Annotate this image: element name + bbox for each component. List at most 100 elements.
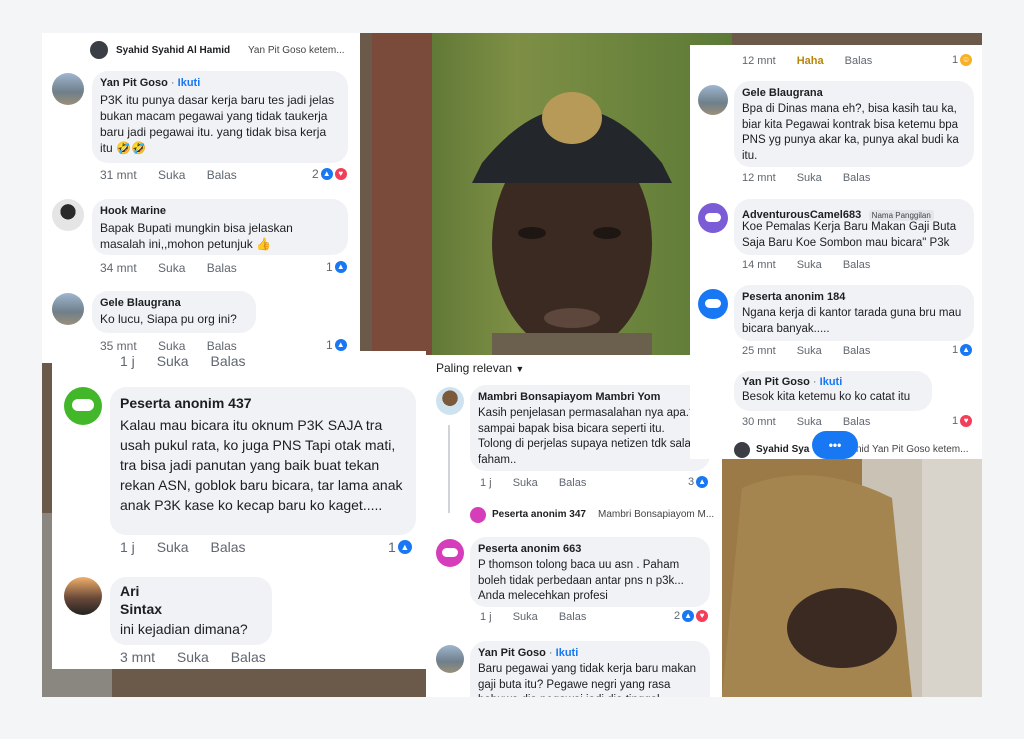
comment-text: Ko lucu, Siapa pu org ini? bbox=[100, 312, 237, 326]
more-options-button[interactable]: ••• bbox=[812, 431, 858, 459]
timestamp: 31 mnt bbox=[100, 168, 137, 182]
follow-link[interactable]: Ikuti bbox=[556, 647, 579, 659]
comment-author[interactable]: Gele Blaugrana bbox=[742, 87, 823, 99]
comment-author[interactable]: Hook Marine bbox=[100, 205, 166, 217]
comment-author-line1[interactable]: Ari bbox=[120, 583, 139, 599]
like-link[interactable]: Suka bbox=[158, 168, 185, 182]
like-link[interactable]: Suka bbox=[513, 477, 538, 489]
reply-link[interactable]: Balas bbox=[211, 353, 246, 369]
comment-author[interactable]: Peserta anonim 663 bbox=[478, 543, 581, 555]
comment-actions: 30 mnt Suka Balas bbox=[742, 416, 888, 428]
avatar[interactable] bbox=[698, 85, 728, 115]
comment-author[interactable]: Yan Pit Goso bbox=[742, 376, 810, 388]
thumbs-up-icon: ▲ bbox=[334, 261, 347, 273]
follow-link[interactable]: Ikuti bbox=[178, 77, 201, 89]
comment-actions: 12 mnt Suka Balas bbox=[742, 172, 888, 184]
anonymous-avatar[interactable] bbox=[698, 289, 728, 319]
comment-author-line2[interactable]: Sintax bbox=[120, 601, 162, 617]
left-header-comment: Syahid Syahid Al Hamid Yan Pit Goso kete… bbox=[90, 37, 360, 59]
haha-label[interactable]: Haha bbox=[797, 55, 824, 67]
follow-link[interactable]: Ikuti bbox=[820, 376, 843, 388]
comment-actions: 31 mnt Suka Balas bbox=[100, 168, 255, 182]
comment-author[interactable]: Yan Pit Goso bbox=[478, 647, 546, 659]
timestamp: 30 mnt bbox=[742, 416, 776, 428]
avatar[interactable] bbox=[52, 199, 84, 231]
incognito-icon bbox=[705, 299, 721, 308]
reaction-count[interactable]: 1 ▲ bbox=[326, 260, 347, 274]
comment-bubble: Ari Sintax ini kejadian dimana? bbox=[110, 577, 272, 645]
header-name[interactable]: Syahid Syahid Al Hamid bbox=[116, 45, 230, 56]
comment-bubble: Gele Blaugrana Ko lucu, Siapa pu org ini… bbox=[92, 291, 256, 333]
comment-actions: 1 j Suka Balas bbox=[120, 539, 264, 555]
like-link[interactable]: Suka bbox=[797, 172, 822, 184]
comment-actions: 25 mnt Suka Balas bbox=[742, 345, 888, 357]
anonymous-avatar[interactable] bbox=[698, 203, 728, 233]
heart-icon: ♥ bbox=[334, 168, 347, 180]
incognito-icon bbox=[442, 548, 458, 557]
comment-bubble: Yan Pit Goso · Ikuti Besok kita ketemu k… bbox=[734, 371, 932, 411]
reaction-count[interactable]: 1 ▲ bbox=[952, 344, 973, 356]
timestamp: 25 mnt bbox=[742, 345, 776, 357]
avatar[interactable] bbox=[52, 73, 84, 105]
reply-link[interactable]: Balas bbox=[207, 168, 237, 182]
comment-actions: 14 mnt Suka Balas bbox=[742, 259, 888, 271]
reply-author[interactable]: Peserta anonim 347 bbox=[492, 509, 586, 520]
photo-man-side bbox=[722, 458, 982, 697]
comment-author[interactable]: Yan Pit Goso bbox=[100, 77, 168, 89]
avatar[interactable] bbox=[436, 387, 464, 415]
avatar[interactable] bbox=[52, 293, 84, 325]
sort-dropdown[interactable]: Paling relevan ▼ bbox=[436, 361, 524, 375]
comment-author[interactable]: Peserta anonim 437 bbox=[120, 395, 252, 411]
comment-text: Kasih penjelasan permasalahan nya apa.? … bbox=[478, 407, 698, 466]
anonymous-avatar[interactable] bbox=[64, 387, 102, 425]
anonymous-avatar[interactable] bbox=[436, 539, 464, 567]
reply-author[interactable]: Syahid Sya bbox=[756, 444, 809, 455]
reaction-count[interactable]: 1 ♥ bbox=[952, 415, 973, 427]
reaction-count[interactable]: 1 ▲ bbox=[326, 338, 347, 352]
avatar[interactable] bbox=[436, 645, 464, 673]
reply-link[interactable]: Balas bbox=[843, 345, 871, 357]
reaction-count[interactable]: 1 ▲ bbox=[388, 539, 412, 555]
comment-actions: 1 j Suka Balas bbox=[480, 611, 604, 623]
reply-link[interactable]: Balas bbox=[207, 261, 237, 275]
reply-link[interactable]: Balas bbox=[843, 259, 871, 271]
comment-bubble: Mambri Bonsapiayom Mambri Yom Kasih penj… bbox=[470, 385, 710, 471]
timestamp: 1 j bbox=[480, 477, 492, 489]
reaction-count[interactable]: 3 ▲ bbox=[688, 476, 709, 488]
reaction-count[interactable]: 2 ▲ ♥ bbox=[674, 610, 709, 622]
like-link[interactable]: Suka bbox=[157, 539, 189, 555]
comment-bubble: Hook Marine Bapak Bupati mungkin bisa je… bbox=[92, 199, 348, 255]
like-link[interactable]: Suka bbox=[513, 611, 538, 623]
reply-link[interactable]: Balas bbox=[231, 649, 266, 665]
comment-author[interactable]: Peserta anonim 184 bbox=[742, 291, 845, 303]
left-comments-panel: Syahid Syahid Al Hamid Yan Pit Goso kete… bbox=[42, 33, 360, 363]
reaction-count[interactable]: 2 ▲ ♥ bbox=[312, 167, 347, 181]
comment-author[interactable]: Mambri Bonsapiayom Mambri Yom bbox=[478, 391, 660, 403]
like-link[interactable]: Suka bbox=[797, 259, 822, 271]
like-link[interactable]: Suka bbox=[797, 416, 822, 428]
reply-link[interactable]: Balas bbox=[845, 55, 873, 67]
thumbs-up-icon: ▲ bbox=[960, 344, 973, 356]
like-link[interactable]: Suka bbox=[797, 345, 822, 357]
comment-actions: 1 j Suka Balas bbox=[480, 477, 604, 489]
photo-man-portrait bbox=[372, 33, 732, 363]
heart-icon: ♥ bbox=[696, 610, 709, 622]
laugh-icon: ☺ bbox=[960, 54, 973, 66]
thumbs-up-icon: ▲ bbox=[696, 476, 709, 488]
like-link[interactable]: Suka bbox=[158, 261, 185, 275]
avatar bbox=[90, 41, 108, 59]
comment-bubble: Peserta anonim 663 P thomson tolong baca… bbox=[470, 537, 710, 607]
reply-link[interactable]: Balas bbox=[211, 539, 246, 555]
like-link[interactable]: Suka bbox=[177, 649, 209, 665]
reply-link[interactable]: Balas bbox=[559, 611, 587, 623]
header-reply-to: Yan Pit Goso ketem... bbox=[248, 45, 345, 56]
comment-actions: 1 j Suka Balas bbox=[120, 353, 264, 369]
avatar[interactable] bbox=[64, 577, 102, 615]
like-link[interactable]: Suka bbox=[157, 353, 189, 369]
reply-link[interactable]: Balas bbox=[843, 172, 871, 184]
right-comments-panel: 12 mnt Haha Balas 1 ☺ Gele Blaugrana Bpa… bbox=[690, 45, 982, 459]
reaction-count[interactable]: 1 ☺ bbox=[952, 54, 973, 66]
reply-link[interactable]: Balas bbox=[559, 477, 587, 489]
comment-author[interactable]: Gele Blaugrana bbox=[100, 297, 181, 309]
reply-link[interactable]: Balas bbox=[843, 416, 871, 428]
